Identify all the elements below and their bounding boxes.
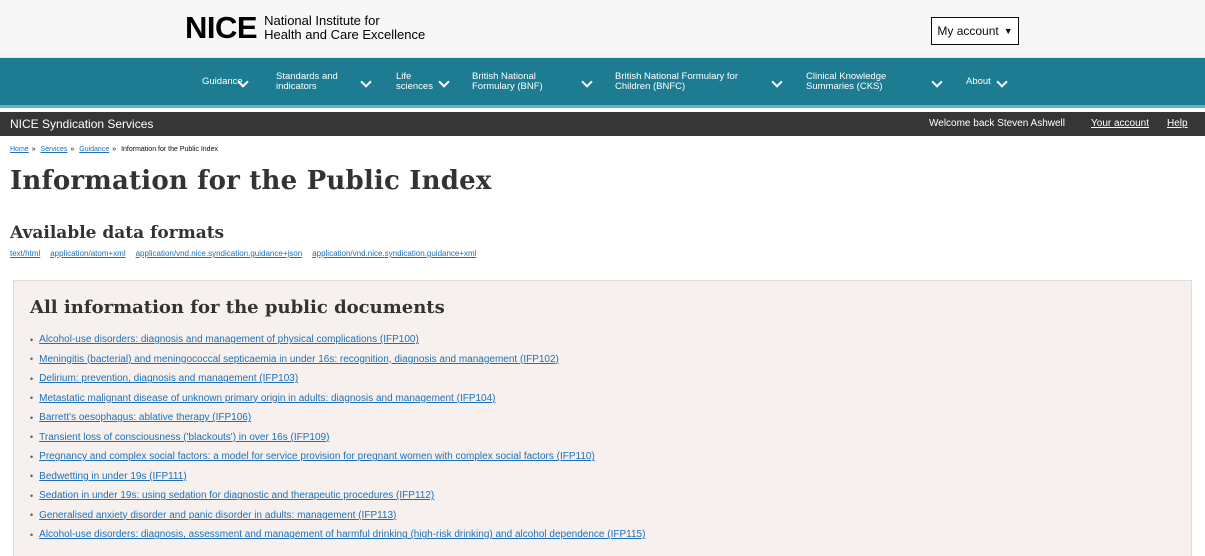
document-link[interactable]: Meningitis (bacterial) and meningococcal… [39,354,559,365]
bullet-icon: • [30,354,34,365]
document-link[interactable]: Alcohol-use disorders: diagnosis, assess… [39,529,645,540]
formats-heading: Available data formats [10,223,225,243]
bullet-icon: • [30,490,34,501]
format-link-json[interactable]: application/vnd.nice.syndication.guidanc… [136,249,303,258]
nav-item-cks[interactable]: Clinical Knowledge Summaries (CKS) [806,58,886,105]
nav-item-bnf[interactable]: British National Formulary (BNF) [472,58,543,105]
breadcrumb-separator: » [31,146,36,153]
list-item: • Bedwetting in under 19s (IFP111) [30,467,645,487]
document-link[interactable]: Bedwetting in under 19s (IFP111) [39,471,187,482]
breadcrumb-separator: » [112,146,117,153]
welcome-message: Welcome back Steven Ashwell [929,118,1065,129]
chevron-down-icon[interactable] [771,76,783,88]
document-link[interactable]: Sedation in under 19s: using sedation fo… [39,490,434,501]
bullet-icon: • [30,451,34,462]
breadcrumb-guidance[interactable]: Guidance [79,146,109,153]
list-item: • Transient loss of consciousness ('black… [30,428,645,448]
document-link[interactable]: Barrett's oesophagus: ablative therapy (… [39,412,251,423]
format-link-xml[interactable]: application/vnd.nice.syndication.guidanc… [312,249,476,258]
chevron-down-icon[interactable] [931,76,943,88]
nav-label: British National Formulary (BNF) [472,70,543,92]
syndication-title: NICE Syndication Services [10,117,154,131]
document-link[interactable]: Delirium: prevention, diagnosis and mana… [39,373,298,384]
my-account-button[interactable]: My account ▼ [931,17,1019,45]
caret-down-icon: ▼ [1003,26,1013,36]
nav-item-bnfc[interactable]: British National Formulary for Children (… [615,58,738,105]
bullet-icon: • [30,471,34,482]
chevron-down-icon[interactable] [438,76,450,88]
breadcrumb-current: Information for the Public Index [121,146,218,153]
breadcrumb-separator: » [70,146,75,153]
nav-label: Clinical Knowledge Summaries (CKS) [806,70,887,92]
formats-list: text/html application/atom+xml applicati… [10,249,477,258]
bullet-icon: • [30,334,34,345]
document-link[interactable]: Transient loss of consciousness ('blacko… [39,432,329,443]
list-item: • Delirium: prevention, diagnosis and man… [30,369,645,389]
your-account-link[interactable]: Your account [1091,118,1149,129]
bullet-icon: • [30,373,34,384]
site-header: NICE National Institute for Health and C… [0,0,1205,58]
document-link[interactable]: Pregnancy and complex social factors: a … [39,451,595,462]
breadcrumb-services[interactable]: Services [41,146,68,153]
nav-label: British National Formulary for Children (… [615,70,739,92]
documents-list: • Alcohol-use disorders: diagnosis and ma… [30,330,645,545]
list-item: • Barrett's oesophagus: ablative therapy … [30,408,645,428]
list-item: • Meningitis (bacterial) and meningococca… [30,350,645,370]
documents-heading: All information for the public documents [30,297,445,318]
my-account-label: My account [937,24,999,38]
list-item: • Generalised anxiety disorder and panic … [30,506,645,526]
help-link[interactable]: Help [1167,118,1188,129]
bullet-icon: • [30,412,34,423]
document-link[interactable]: Alcohol-use disorders: diagnosis and man… [39,334,419,345]
nav-label: Life sciences [396,70,433,92]
list-item: • Alcohol-use disorders: diagnosis and ma… [30,330,645,350]
logo-mark: NICE [185,10,258,45]
document-link[interactable]: Generalised anxiety disorder and panic d… [39,510,396,521]
document-link[interactable]: Metastatic malignant disease of unknown … [39,393,495,404]
chevron-down-icon[interactable] [360,76,372,88]
logo-text: National Institute for Health and Care E… [264,14,425,42]
nav-item-about[interactable]: About [966,58,991,105]
list-item: • Alcohol-use disorders: diagnosis, asses… [30,525,645,545]
logo-line-2: Health and Care Excellence [264,27,426,42]
syndication-bar: NICE Syndication Services Welcome back S… [0,112,1205,136]
list-item: • Pregnancy and complex social factors: a… [30,447,645,467]
bullet-icon: • [30,432,34,443]
bullet-icon: • [30,510,34,521]
nav-label: Standards and indicators [276,70,338,92]
chevron-down-icon[interactable] [581,76,593,88]
nav-item-life-sciences[interactable]: Life sciences [396,58,433,105]
logo-line-1: National Institute for [264,13,380,28]
nav-label: About [966,75,991,87]
list-item: • Metastatic malignant disease of unknown… [30,389,645,409]
bullet-icon: • [30,529,34,540]
nav-item-standards-and-indicators[interactable]: Standards and indicators [276,58,338,105]
breadcrumb: Home» Services» Guidance» Information fo… [10,146,218,153]
bullet-icon: • [30,393,34,404]
format-link-atom[interactable]: application/atom+xml [50,249,125,258]
page-title: Information for the Public Index [10,166,492,196]
format-link-html[interactable]: text/html [10,249,40,258]
list-item: • Sedation in under 19s: using sedation f… [30,486,645,506]
documents-panel: All information for the public documents… [13,280,1192,556]
chevron-down-icon[interactable] [996,76,1008,88]
nice-logo[interactable]: NICE National Institute for Health and C… [185,10,425,46]
breadcrumb-home[interactable]: Home [10,146,29,153]
main-navigation: Guidance Standards and indicators Life sci… [0,58,1205,108]
